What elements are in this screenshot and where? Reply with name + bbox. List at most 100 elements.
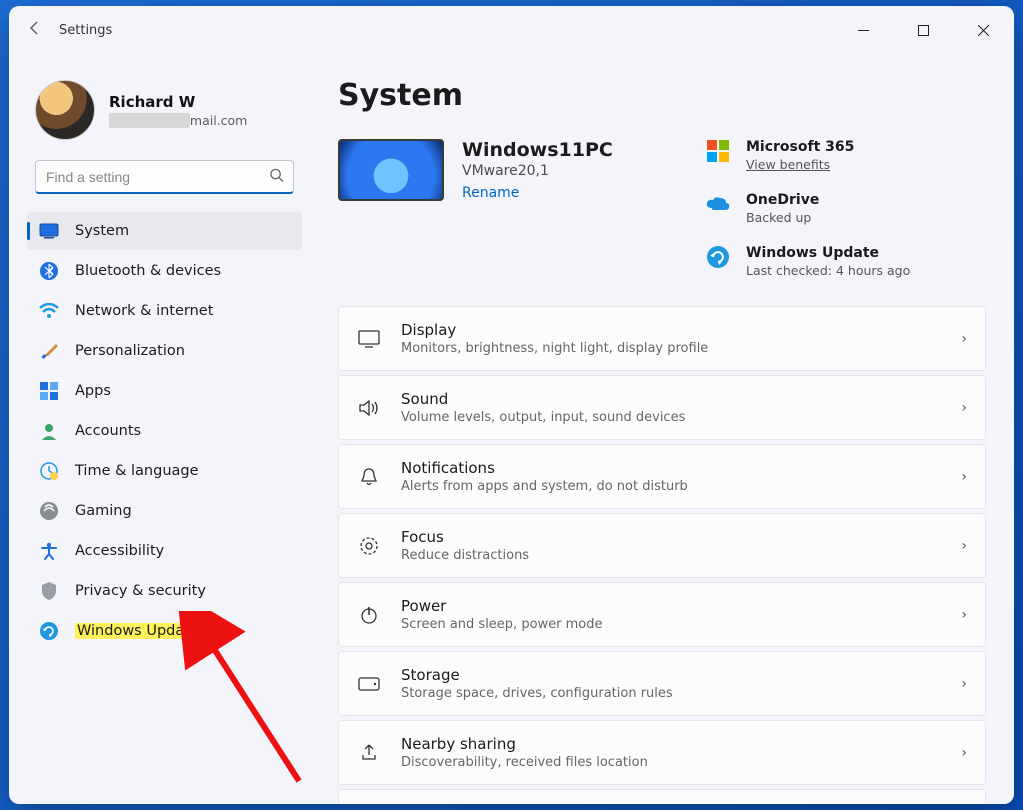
setting-power[interactable]: Power Screen and sleep, power mode ›: [338, 582, 986, 647]
tile-title: Microsoft 365: [746, 139, 986, 155]
setting-title: Nearby sharing: [401, 735, 941, 753]
profile-email: ████████mail.com: [109, 113, 247, 128]
focus-icon: [357, 536, 381, 556]
tile-onedrive[interactable]: OneDrive Backed up: [746, 192, 986, 225]
main-panel: System Windows11PC VMware20,1 Rename Mic…: [314, 54, 1014, 804]
sidebar-item-label: Windows Update: [75, 623, 201, 639]
rename-link[interactable]: Rename: [462, 185, 613, 201]
bell-icon: [357, 467, 381, 487]
sidebar-item-label: Privacy & security: [75, 583, 206, 599]
nav-list: System Bluetooth & devices Network & int…: [27, 212, 302, 650]
power-icon: [357, 605, 381, 625]
tile-title: OneDrive: [746, 192, 986, 208]
chevron-right-icon: ›: [961, 538, 967, 554]
sidebar-item-accessibility[interactable]: Accessibility: [27, 532, 302, 570]
close-button[interactable]: [960, 14, 1006, 46]
setting-sound[interactable]: Sound Volume levels, output, input, sound…: [338, 375, 986, 440]
sidebar-item-personalization[interactable]: Personalization: [27, 332, 302, 370]
device-thumbnail[interactable]: [338, 139, 444, 201]
tile-ms365[interactable]: Microsoft 365 View benefits: [746, 139, 986, 172]
setting-notifications[interactable]: NotificationsAlerts from apps and system…: [338, 444, 986, 509]
maximize-button[interactable]: [900, 14, 946, 46]
globe-clock-icon: [39, 461, 59, 481]
setting-title: Power: [401, 597, 941, 615]
windows-update-icon: [706, 245, 730, 269]
profile-block[interactable]: Richard W ████████mail.com: [27, 74, 302, 158]
sidebar-item-network[interactable]: Network & internet: [27, 292, 302, 330]
setting-storage[interactable]: Storage Storage space, drives, configurat…: [338, 651, 986, 716]
setting-title: Focus: [401, 528, 941, 546]
chevron-right-icon: ›: [961, 676, 967, 692]
search-wrap: [35, 160, 294, 194]
chevron-right-icon: ›: [961, 331, 967, 347]
avatar: [35, 80, 95, 140]
minimize-button[interactable]: [840, 14, 886, 46]
tile-sub: Backed up: [746, 210, 986, 225]
bluetooth-icon: [39, 261, 59, 281]
sidebar-item-accounts[interactable]: Accounts: [27, 412, 302, 450]
setting-sub: Storage space, drives, configuration rul…: [401, 686, 941, 701]
sidebar-item-apps[interactable]: Apps: [27, 372, 302, 410]
sidebar-item-label: System: [75, 223, 129, 239]
setting-sub: Screen and sleep, power mode: [401, 617, 941, 632]
sidebar-item-label: Apps: [75, 383, 111, 399]
gaming-icon: [39, 501, 59, 521]
paintbrush-icon: [39, 341, 59, 361]
setting-sub: Reduce distractions: [401, 548, 941, 563]
chevron-right-icon: ›: [961, 607, 967, 623]
sidebar-item-system[interactable]: System: [27, 212, 302, 250]
setting-title: Sound: [401, 390, 941, 408]
setting-display[interactable]: Display Monitors, brightness, night light…: [338, 306, 986, 371]
storage-icon: [357, 677, 381, 691]
sidebar-item-gaming[interactable]: Gaming: [27, 492, 302, 530]
search-icon: [269, 168, 284, 187]
apps-icon: [39, 381, 59, 401]
tile-windows-update[interactable]: Windows Update Last checked: 4 hours ago: [746, 245, 986, 278]
wifi-icon: [39, 301, 59, 321]
tile-sub[interactable]: View benefits: [746, 157, 986, 172]
system-icon: [39, 221, 59, 241]
setting-title: Notifications: [401, 459, 941, 477]
person-icon: [39, 421, 59, 441]
setting-sub: Monitors, brightness, night light, displ…: [401, 341, 941, 356]
sidebar-item-label: Accessibility: [75, 543, 164, 559]
settings-list: Display Monitors, brightness, night light…: [338, 306, 986, 804]
setting-focus[interactable]: Focus Reduce distractions ›: [338, 513, 986, 578]
tile-title: Windows Update: [746, 245, 986, 261]
sidebar-item-bluetooth[interactable]: Bluetooth & devices: [27, 252, 302, 290]
sidebar-item-label: Gaming: [75, 503, 132, 519]
sidebar: Richard W ████████mail.com System: [9, 54, 314, 804]
chevron-right-icon: ›: [961, 469, 967, 485]
display-icon: [357, 330, 381, 348]
profile-name: Richard W: [109, 93, 247, 111]
device-model: VMware20,1: [462, 163, 613, 179]
sidebar-item-label: Personalization: [75, 343, 185, 359]
back-button[interactable]: [25, 20, 45, 40]
chevron-right-icon: ›: [961, 400, 967, 416]
shield-icon: [39, 581, 59, 601]
update-icon: [39, 621, 59, 641]
accessibility-icon: [39, 541, 59, 561]
sidebar-item-label: Network & internet: [75, 303, 213, 319]
sidebar-item-label: Bluetooth & devices: [75, 263, 221, 279]
tile-sub: Last checked: 4 hours ago: [746, 263, 986, 278]
setting-multitasking[interactable]: Multitasking: [338, 789, 986, 804]
search-input[interactable]: [35, 160, 294, 194]
app-title: Settings: [59, 23, 112, 38]
page-title: System: [338, 78, 986, 113]
sidebar-item-windows-update[interactable]: Windows Update: [27, 612, 302, 650]
device-block: Windows11PC VMware20,1 Rename Microsoft …: [338, 139, 986, 278]
sound-icon: [357, 399, 381, 417]
microsoft-logo-icon: [706, 139, 730, 163]
device-name: Windows11PC: [462, 139, 613, 161]
setting-title: Storage: [401, 666, 941, 684]
share-icon: [357, 743, 381, 763]
setting-sub: Discoverability, received files location: [401, 755, 941, 770]
setting-sub: Volume levels, output, input, sound devi…: [401, 410, 941, 425]
setting-title: Display: [401, 321, 941, 339]
sidebar-item-time-language[interactable]: Time & language: [27, 452, 302, 490]
sidebar-item-privacy[interactable]: Privacy & security: [27, 572, 302, 610]
chevron-right-icon: ›: [961, 745, 967, 761]
setting-nearby-sharing[interactable]: Nearby sharing Discoverability, received …: [338, 720, 986, 785]
onedrive-icon: [706, 192, 730, 216]
